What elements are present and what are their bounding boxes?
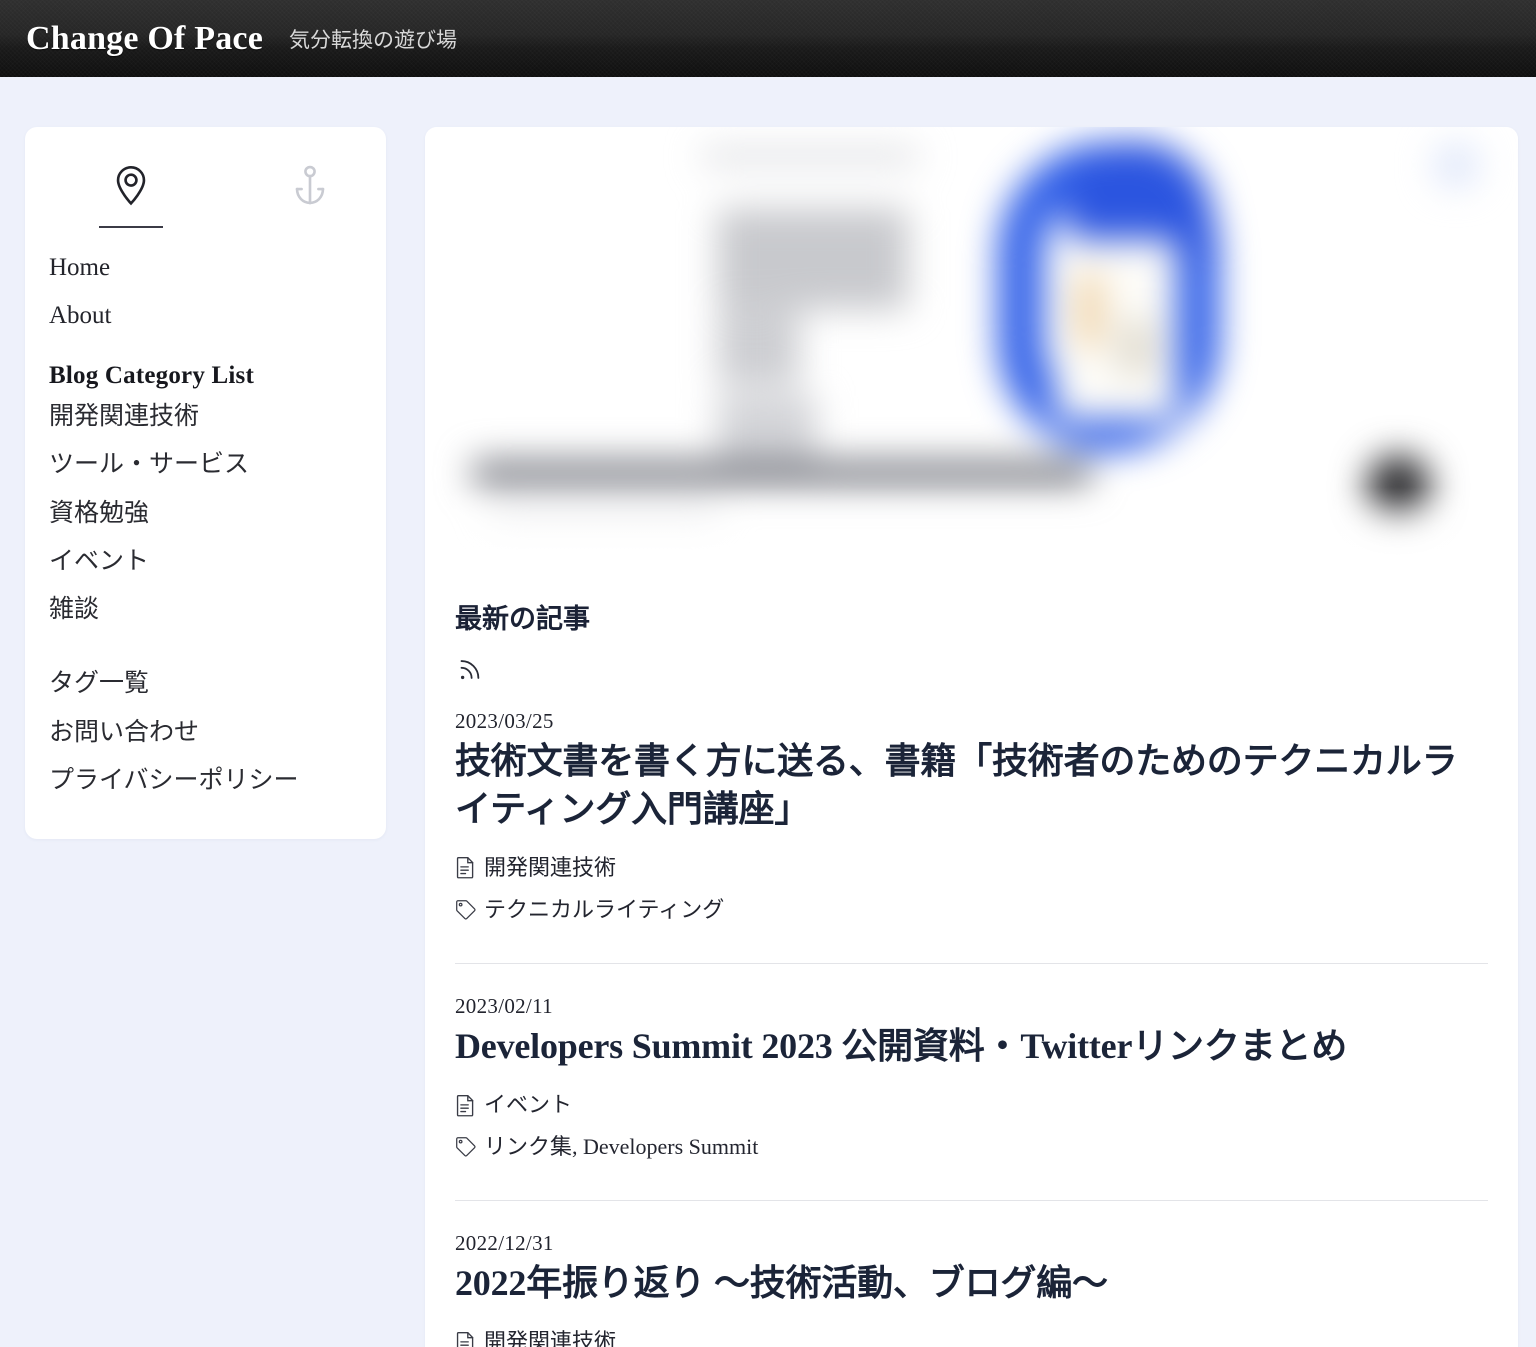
- post-tags-label: リンク集, Developers Summit: [484, 1133, 759, 1159]
- post-category-label: 開発関連技術: [484, 855, 617, 881]
- post-tags-label: テクニカルライティング: [484, 896, 725, 922]
- post-date: 2023/02/11: [455, 993, 553, 1018]
- sidebar-item-tag-list[interactable]: タグ一覧: [25, 660, 386, 708]
- sidebar-item-about[interactable]: About: [25, 292, 386, 340]
- sidebar-icon-row: [25, 163, 386, 228]
- hero-shape-heading: [702, 148, 919, 165]
- rss-feed-icon: [457, 656, 1488, 683]
- page-body: Home About Blog Category List 開発関連技術 ツール…: [0, 77, 1536, 1347]
- posts-section: 最新の記事 2023/03/25 技術文書を書く方に送る、書籍「技術者のためのテ…: [425, 597, 1518, 1347]
- post-list-item: 2022/12/31 2022年振り返り 〜技術活動、ブログ編〜 開発関連技術: [455, 1231, 1488, 1347]
- tag-icon: [455, 1135, 476, 1158]
- post-date: 2023/03/25: [455, 709, 554, 733]
- post-category-label: イベント: [484, 1092, 573, 1118]
- anchor-icon: [289, 163, 331, 213]
- sidebar: Home About Blog Category List 開発関連技術 ツール…: [25, 127, 386, 839]
- hero-shape-block-c: [717, 395, 817, 460]
- hero-shape-block-a: [717, 208, 909, 310]
- sidebar-item-events[interactable]: イベント: [25, 538, 386, 586]
- sidebar-item-tools-services[interactable]: ツール・サービス: [25, 441, 386, 489]
- location-pin-icon: [110, 163, 152, 213]
- post-date: 2022/12/31: [455, 1230, 554, 1255]
- post-divider: [455, 962, 1488, 964]
- post-list-item: 2023/02/11 Developers Summit 2023 公開資料・T…: [455, 994, 1488, 1174]
- post-title-link[interactable]: 技術文書を書く方に送る、書籍「技術者のためのテクニカルライティング入門講座」: [455, 738, 1488, 833]
- hero-shape-accent-a: [1078, 274, 1101, 347]
- document-icon: [455, 1094, 476, 1117]
- sidebar-primary-nav: Home About: [25, 244, 386, 341]
- document-icon: [455, 856, 476, 879]
- anchor-icon-button[interactable]: [289, 163, 331, 213]
- post-title-link[interactable]: Developers Summit 2023 公開資料・Twitterリンクまと…: [455, 1023, 1488, 1071]
- post-title-link[interactable]: 2022年振り返り 〜技術活動、ブログ編〜: [455, 1260, 1488, 1308]
- sidebar-item-certification-study[interactable]: 資格勉強: [25, 490, 386, 538]
- post-category-row[interactable]: 開発関連技術: [455, 1321, 1488, 1347]
- hero-shape-block-b: [717, 311, 801, 386]
- post-divider: [455, 1199, 1488, 1201]
- sidebar-item-home[interactable]: Home: [25, 244, 386, 292]
- post-tags-row[interactable]: テクニカルライティング: [455, 889, 1488, 931]
- post-tags-row[interactable]: リンク集, Developers Summit: [455, 1126, 1488, 1168]
- hero-shape-caption: [472, 459, 1091, 487]
- tag-icon: [455, 898, 476, 921]
- sidebar-category-heading: Blog Category List: [49, 362, 254, 389]
- post-category-row[interactable]: イベント: [455, 1084, 1488, 1126]
- hero-bottom-fade: [425, 487, 1518, 597]
- hero-banner-image[interactable]: [425, 127, 1518, 597]
- sidebar-category-list: 開発関連技術 ツール・サービス 資格勉強 イベント 雑談: [25, 393, 386, 634]
- hero-shape-inner-card: [1055, 239, 1177, 420]
- site-title[interactable]: Change Of Pace: [26, 20, 263, 58]
- sidebar-item-privacy-policy[interactable]: プライバシーポリシー: [25, 757, 386, 805]
- sidebar-item-contact[interactable]: お問い合わせ: [25, 709, 386, 757]
- sidebar-secondary-nav: タグ一覧 お問い合わせ プライバシーポリシー: [25, 660, 386, 805]
- site-tagline: 気分転換の遊び場: [288, 27, 457, 52]
- site-header: Change Of Pace 気分転換の遊び場: [0, 0, 1536, 77]
- section-title-latest-posts: 最新の記事: [455, 604, 590, 634]
- hero-shape-badge: [1433, 142, 1479, 188]
- rss-feed-link[interactable]: [455, 648, 1488, 709]
- location-pin-icon-button[interactable]: [99, 163, 163, 228]
- post-list-item: 2023/03/25 技術文書を書く方に送る、書籍「技術者のためのテクニカルライ…: [455, 709, 1488, 937]
- post-category-label: 開発関連技術: [484, 1329, 617, 1347]
- document-icon: [455, 1331, 476, 1347]
- main-content-card: 最新の記事 2023/03/25 技術文書を書く方に送る、書籍「技術者のためのテ…: [425, 127, 1518, 1347]
- hero-shape-accent-b: [1119, 320, 1155, 375]
- post-category-row[interactable]: 開発関連技術: [455, 847, 1488, 889]
- sidebar-item-chat[interactable]: 雑談: [25, 586, 386, 634]
- sidebar-item-dev-tech[interactable]: 開発関連技術: [25, 393, 386, 441]
- active-indicator-underline: [99, 226, 163, 228]
